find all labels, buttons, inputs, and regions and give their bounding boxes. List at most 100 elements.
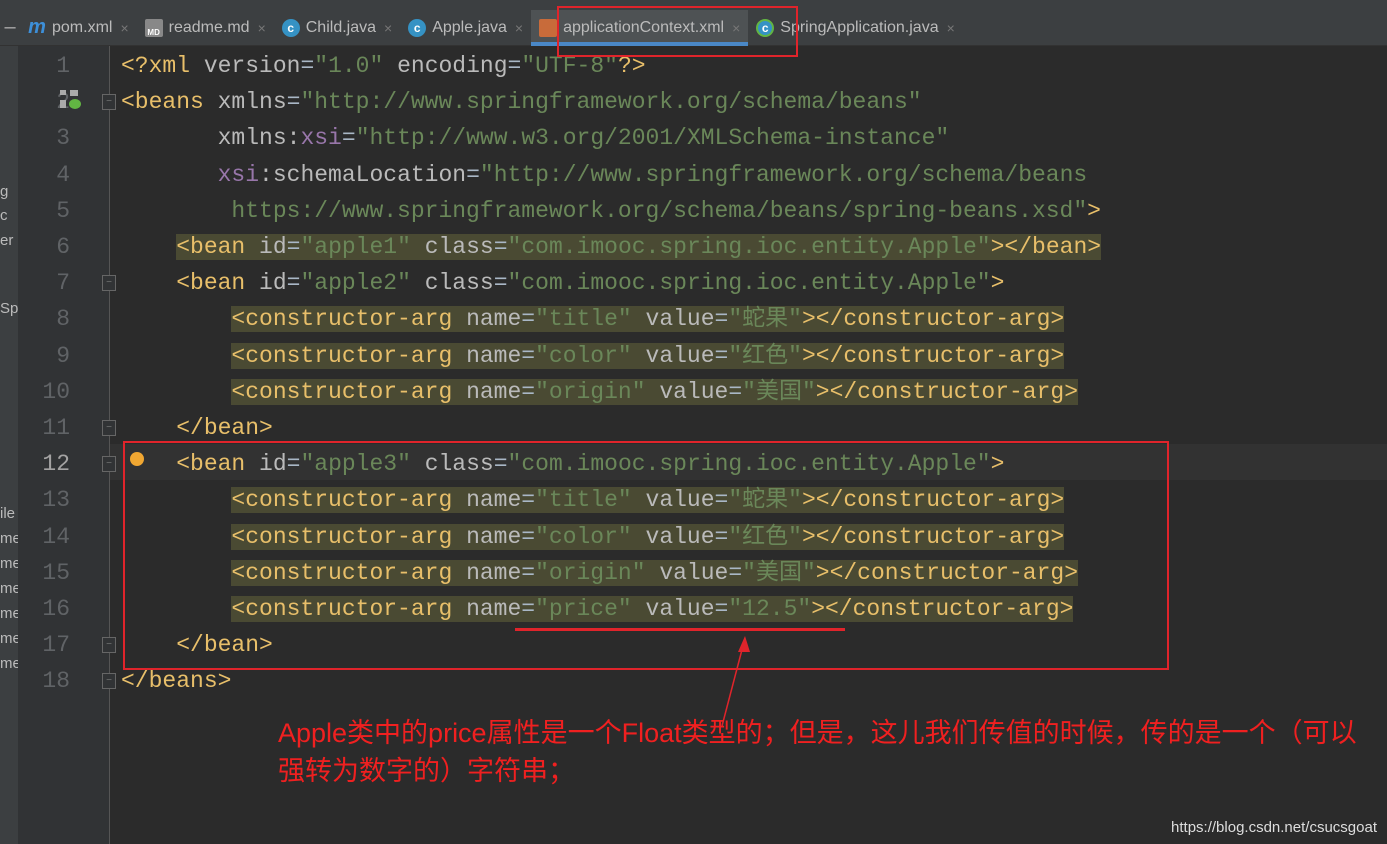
code-line[interactable]: 10 <constructor-arg name="origin" value=… bbox=[0, 374, 1387, 410]
line-number: 6 bbox=[56, 234, 70, 260]
token-tag: <beans bbox=[121, 89, 218, 116]
code-text: <constructor-arg name="origin" value="美国… bbox=[121, 374, 1079, 410]
token-plain: = bbox=[714, 306, 729, 333]
token-attr: value bbox=[645, 378, 729, 405]
annotation-underline bbox=[515, 628, 845, 631]
token-tag: ></bean> bbox=[990, 234, 1102, 260]
close-icon[interactable]: × bbox=[947, 20, 955, 36]
line-number: 13 bbox=[42, 487, 70, 514]
token-attr: xmlns: bbox=[217, 125, 301, 152]
code-line[interactable]: 7 <bean id="apple2" class="com.imooc.spr… bbox=[0, 265, 1387, 301]
line-number: 3 bbox=[56, 125, 70, 152]
token-attr: name bbox=[466, 378, 522, 405]
token-plain: = bbox=[341, 125, 356, 152]
token-attr: encoding bbox=[383, 53, 508, 79]
token-plain: = bbox=[286, 270, 301, 297]
token-tag: <?xml bbox=[121, 53, 204, 79]
code-text: xsi:schemaLocation="http://www.springfra… bbox=[121, 157, 1088, 193]
line-number: 10 bbox=[42, 378, 70, 405]
tab-apple-java[interactable]: c Apple.java × bbox=[400, 10, 531, 46]
markdown-file-icon: MD bbox=[144, 18, 163, 37]
token-val: "http://www.w3.org/2001/XMLSchema-instan… bbox=[355, 125, 950, 152]
code-content: xsi:schemaLocation="http://www.springfra… bbox=[218, 162, 1088, 188]
line-number: 7 bbox=[56, 270, 70, 297]
collapse-icon[interactable]: – bbox=[0, 16, 20, 39]
token-plain: = bbox=[521, 342, 536, 369]
close-icon[interactable]: × bbox=[258, 20, 266, 36]
close-icon[interactable]: × bbox=[384, 20, 392, 36]
annotation-text: Apple类中的price属性是一个Float类型的；但是，这儿我们传值的时候，… bbox=[278, 718, 1357, 786]
watermark: https://blog.csdn.net/csucsgoat bbox=[1171, 819, 1377, 836]
fold-icon[interactable]: − bbox=[102, 637, 116, 654]
token-tag: <bean bbox=[176, 270, 260, 297]
fold-icon[interactable]: − bbox=[102, 673, 116, 690]
code-content: <bean id="apple2" class="com.imooc.sprin… bbox=[176, 270, 1004, 296]
tab-child-java[interactable]: c Child.java × bbox=[274, 10, 400, 46]
line-number: 15 bbox=[42, 559, 70, 586]
tab-pom-xml[interactable]: m pom.xml × bbox=[20, 10, 137, 46]
code-content: <constructor-arg name="title" value="蛇果"… bbox=[231, 306, 1065, 333]
code-line[interactable]: 9 <constructor-arg name="color" value="红… bbox=[0, 338, 1387, 374]
line-number: 11 bbox=[42, 415, 70, 441]
token-tag: > bbox=[1087, 197, 1101, 224]
token-val: "http://www.springframework.org/schema/b… bbox=[300, 89, 922, 116]
token-val: "美国" bbox=[742, 378, 816, 405]
token-plain: = bbox=[493, 234, 508, 260]
code-content: <bean id="apple1" class="com.imooc.sprin… bbox=[176, 234, 1102, 260]
line-number: 18 bbox=[42, 668, 70, 695]
token-tag: ></constructor-arg> bbox=[801, 342, 1065, 369]
token-tag: ></constructor-arg> bbox=[801, 306, 1065, 333]
line-number: 17 bbox=[42, 632, 70, 659]
close-icon[interactable]: × bbox=[515, 20, 523, 36]
annotation-box-tab bbox=[557, 6, 798, 57]
token-attr: class bbox=[410, 270, 494, 297]
token-val: "title" bbox=[535, 306, 632, 333]
tab-label: Child.java bbox=[305, 18, 377, 36]
code-text: <beans xmlns="http://www.springframework… bbox=[121, 84, 922, 120]
code-line[interactable]: 2<beans xmlns="http://www.springframewor… bbox=[0, 84, 1387, 120]
token-tag: </bean> bbox=[176, 415, 273, 441]
fold-icon[interactable]: − bbox=[102, 275, 116, 292]
tab-label: readme.md bbox=[168, 18, 250, 36]
fold-icon[interactable]: − bbox=[102, 94, 116, 111]
token-tag: <constructor-arg bbox=[231, 378, 467, 405]
token-attr: class bbox=[410, 234, 494, 260]
token-tag: ></constructor-arg> bbox=[815, 378, 1079, 405]
code-line[interactable]: 5 https://www.springframework.org/schema… bbox=[0, 193, 1387, 229]
token-plain: = bbox=[466, 161, 480, 188]
token-val: "http://www.springframework.org/schema/b… bbox=[479, 161, 1088, 188]
fold-icon[interactable]: − bbox=[102, 420, 116, 436]
line-number: 12 bbox=[42, 451, 70, 478]
token-val: "apple2" bbox=[300, 270, 411, 297]
tab-label: SpringApplication.java bbox=[780, 18, 939, 36]
fold-icon[interactable]: − bbox=[102, 456, 116, 473]
code-line[interactable]: 6 <bean id="apple1" class="com.imooc.spr… bbox=[0, 229, 1387, 265]
close-icon[interactable]: × bbox=[120, 20, 128, 36]
token-attr: version bbox=[203, 53, 301, 79]
token-tag: </beans> bbox=[121, 668, 232, 695]
code-content: https://www.springframework.org/schema/b… bbox=[231, 198, 1101, 224]
token-attr: name bbox=[466, 306, 522, 333]
token-plain: = bbox=[728, 378, 743, 405]
tab-label: Apple.java bbox=[432, 18, 507, 36]
line-number: 8 bbox=[56, 306, 70, 333]
token-attr: xmlns bbox=[217, 89, 287, 116]
token-plain: = bbox=[493, 270, 508, 297]
code-line[interactable]: 8 <constructor-arg name="title" value="蛇… bbox=[0, 301, 1387, 337]
token-tag: <constructor-arg bbox=[231, 342, 467, 369]
java-class-icon: c bbox=[408, 18, 427, 37]
code-line[interactable]: 3 xmlns:xsi="http://www.w3.org/2001/XMLS… bbox=[0, 120, 1387, 156]
code-line[interactable]: 4 xsi:schemaLocation="http://www.springf… bbox=[0, 157, 1387, 193]
code-text: <bean id="apple2" class="com.imooc.sprin… bbox=[121, 265, 1004, 301]
token-attr: value bbox=[631, 306, 715, 333]
tab-readme-md[interactable]: MD readme.md × bbox=[137, 10, 274, 46]
spring-bean-icon[interactable] bbox=[60, 90, 82, 110]
token-plain: = bbox=[300, 53, 315, 79]
